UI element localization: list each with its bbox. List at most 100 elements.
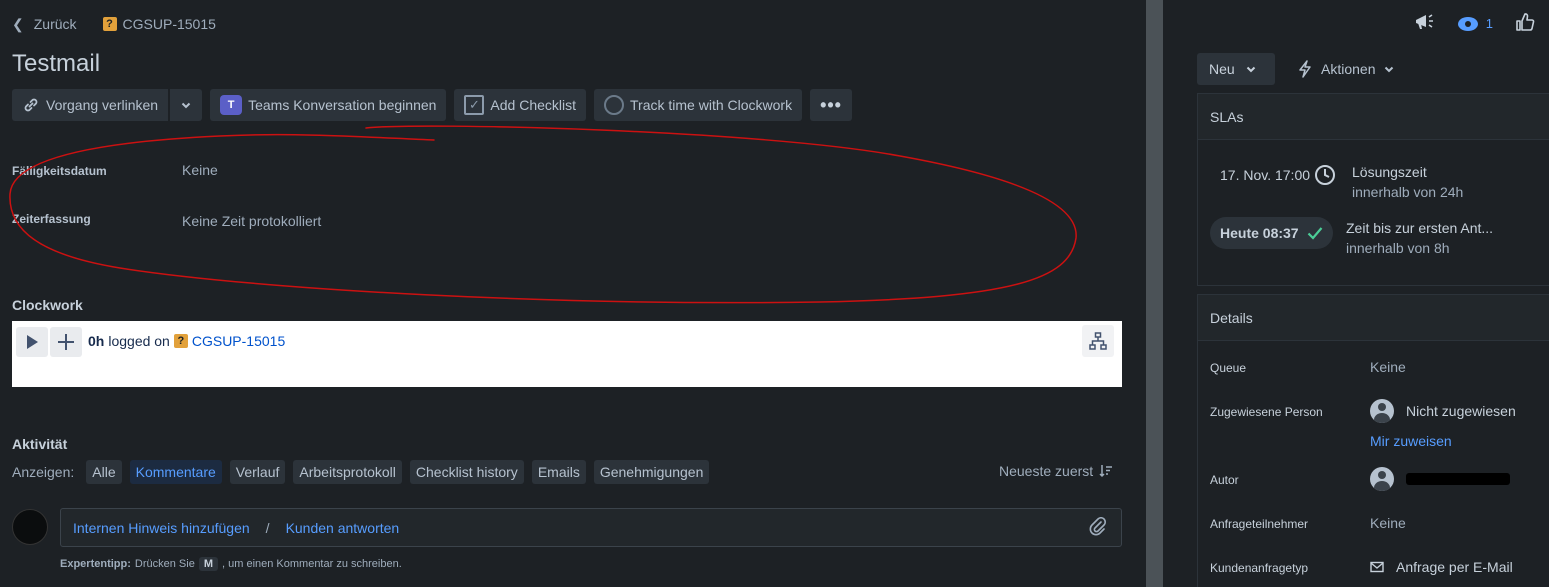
sla-title: SLAs: [1210, 108, 1244, 125]
tip-prefix: Expertentipp:: [60, 558, 131, 570]
lightning-icon: [1299, 60, 1311, 78]
thumbs-up-icon[interactable]: [1515, 12, 1535, 35]
filter-worklog[interactable]: Arbeitsprotokoll: [293, 460, 402, 484]
actions-dropdown[interactable]: Aktionen: [1297, 53, 1395, 85]
filter-history[interactable]: Verlauf: [229, 460, 286, 484]
sidebar-top-icons: 1: [1414, 12, 1535, 35]
assign-to-me-link[interactable]: Mir zuweisen: [1370, 433, 1452, 449]
filter-comments[interactable]: Kommentare: [129, 460, 222, 484]
tip-text: Drücken Sie: [134, 558, 195, 570]
issue-key: CGSUP-15015: [122, 16, 216, 32]
add-checklist-label: Add Checklist: [490, 97, 577, 113]
issue-main-panel: ❮ Zurück ? CGSUP-15015 Testmail Vorgang …: [0, 0, 1146, 587]
chevron-left-icon: ❮: [12, 15, 24, 32]
clockwork-icon: [604, 95, 625, 115]
issue-title[interactable]: Testmail: [12, 50, 100, 78]
sla-resolution-text: Lösungszeit innerhalb von 24h: [1352, 162, 1463, 202]
more-icon: •••: [820, 94, 842, 115]
teams-icon: T: [220, 95, 243, 115]
person-icon: [1370, 399, 1394, 423]
person-icon: [1370, 467, 1394, 491]
chevron-down-icon: [1246, 66, 1255, 73]
author-value[interactable]: [1370, 467, 1510, 491]
sort-label: Neueste zuerst: [999, 463, 1094, 479]
sort-button[interactable]: Neueste zuerst: [999, 463, 1113, 479]
link-issue-label: Vorgang verlinken: [46, 97, 159, 113]
participants-value[interactable]: Keine: [1370, 515, 1406, 531]
assignee-label: Zugewiesene Person: [1210, 405, 1323, 419]
add-internal-note-link[interactable]: Internen Hinweis hinzufügen: [73, 520, 250, 536]
back-link[interactable]: ❮ Zurück: [12, 16, 77, 33]
play-icon: [27, 335, 38, 349]
question-issue-type-icon: ?: [173, 334, 188, 348]
reply-to-customer-link[interactable]: Kunden antworten: [286, 520, 400, 536]
teams-conversation-button[interactable]: T Teams Konversation beginnen: [210, 89, 447, 121]
filter-all[interactable]: Alle: [86, 460, 122, 484]
actions-label: Aktionen: [1321, 61, 1376, 77]
clock-icon: [1315, 165, 1336, 185]
sla-first-response-pill: Heute 08:37: [1210, 217, 1333, 249]
time-tracking-label: Zeiterfassung: [12, 212, 91, 226]
chevron-down-icon: [181, 102, 191, 109]
status-dropdown[interactable]: Neu: [1197, 53, 1275, 85]
track-time-button[interactable]: Track time with Clockwork: [594, 89, 803, 121]
sla-row-first-response: Heute 08:37: [1210, 217, 1333, 249]
logged-text: logged on: [108, 333, 170, 349]
sla-first-response-name: Zeit bis zur ersten Ant...: [1346, 220, 1494, 236]
tip-suffix: , um einen Kommentar zu schreiben.: [222, 558, 402, 570]
author-label: Autor: [1210, 473, 1239, 487]
megaphone-icon[interactable]: [1414, 12, 1436, 35]
hierarchy-button[interactable]: [1082, 325, 1114, 357]
details-panel-header[interactable]: Details: [1198, 295, 1549, 341]
request-type-name: Anfrage per E-Mail: [1396, 559, 1513, 575]
tip-key: M: [198, 557, 218, 571]
assignee-value[interactable]: Nicht zugewiesen: [1370, 399, 1516, 423]
queue-value[interactable]: Keine: [1370, 359, 1406, 375]
request-type-value[interactable]: Anfrage per E-Mail: [1370, 559, 1513, 575]
logged-issue-link[interactable]: CGSUP-15015: [192, 333, 285, 349]
clockwork-section-title: Clockwork: [12, 297, 83, 313]
sla-row-resolution: 17. Nov. 17:00: [1220, 164, 1336, 186]
filter-checklist-history[interactable]: Checklist history: [409, 460, 524, 484]
logged-hours: 0h: [88, 333, 105, 349]
breadcrumb: ❮ Zurück ? CGSUP-15015: [12, 14, 216, 34]
link-issue-dropdown-button[interactable]: [170, 89, 203, 121]
track-time-label: Track time with Clockwork: [630, 97, 793, 113]
request-type-label: Kundenanfragetyp: [1210, 561, 1309, 575]
add-worklog-button[interactable]: [50, 327, 82, 357]
link-issue-split-button: Vorgang verlinken: [12, 89, 203, 121]
start-timer-button[interactable]: [16, 327, 48, 357]
teams-conversation-label: Teams Konversation beginnen: [248, 97, 437, 113]
paperclip-icon[interactable]: [1089, 516, 1107, 542]
sla-resolution-time: 17. Nov. 17:00: [1220, 167, 1311, 183]
panel-divider[interactable]: [1146, 0, 1163, 587]
watchers-count: 1: [1485, 16, 1493, 31]
sla-panel-header[interactable]: SLAs: [1198, 94, 1549, 140]
issue-key-link[interactable]: ? CGSUP-15015: [102, 16, 216, 32]
check-icon: [1307, 227, 1322, 240]
due-date-label: Fälligkeitsdatum: [12, 164, 107, 178]
back-label: Zurück: [33, 16, 77, 32]
show-label: Anzeigen:: [12, 464, 75, 480]
filter-emails[interactable]: Emails: [531, 460, 586, 484]
more-actions-button[interactable]: •••: [810, 89, 852, 121]
due-date-value[interactable]: Keine: [182, 162, 218, 178]
issue-sidebar: 1 Neu Aktionen SLAs 17. Nov. 17:00 Lösun…: [1163, 0, 1549, 587]
add-checklist-button[interactable]: ✓ Add Checklist: [454, 89, 587, 121]
eye-icon: [1457, 16, 1478, 31]
redacted-author-name: [1406, 473, 1510, 485]
time-tracking-value[interactable]: Keine Zeit protokolliert: [182, 213, 321, 229]
queue-label: Queue: [1210, 361, 1247, 375]
activity-title: Aktivität: [12, 436, 68, 452]
participants-label: Anfrageteilnehmer: [1210, 517, 1309, 531]
watchers-button[interactable]: 1: [1457, 16, 1493, 31]
link-issue-button[interactable]: Vorgang verlinken: [12, 89, 169, 121]
sla-first-response-text: Zeit bis zur ersten Ant... innerhalb von…: [1346, 218, 1493, 258]
chevron-down-icon: [1385, 66, 1394, 73]
sla-panel: SLAs 17. Nov. 17:00 Lösungszeit innerhal…: [1197, 93, 1549, 286]
comment-box[interactable]: Internen Hinweis hinzufügen / Kunden ant…: [60, 508, 1122, 547]
red-freehand-annotation: [9, 125, 1077, 304]
filter-approvals[interactable]: Genehmigungen: [593, 460, 710, 484]
details-title: Details: [1210, 309, 1253, 326]
sla-first-response-target: innerhalb von 8h: [1346, 240, 1450, 256]
